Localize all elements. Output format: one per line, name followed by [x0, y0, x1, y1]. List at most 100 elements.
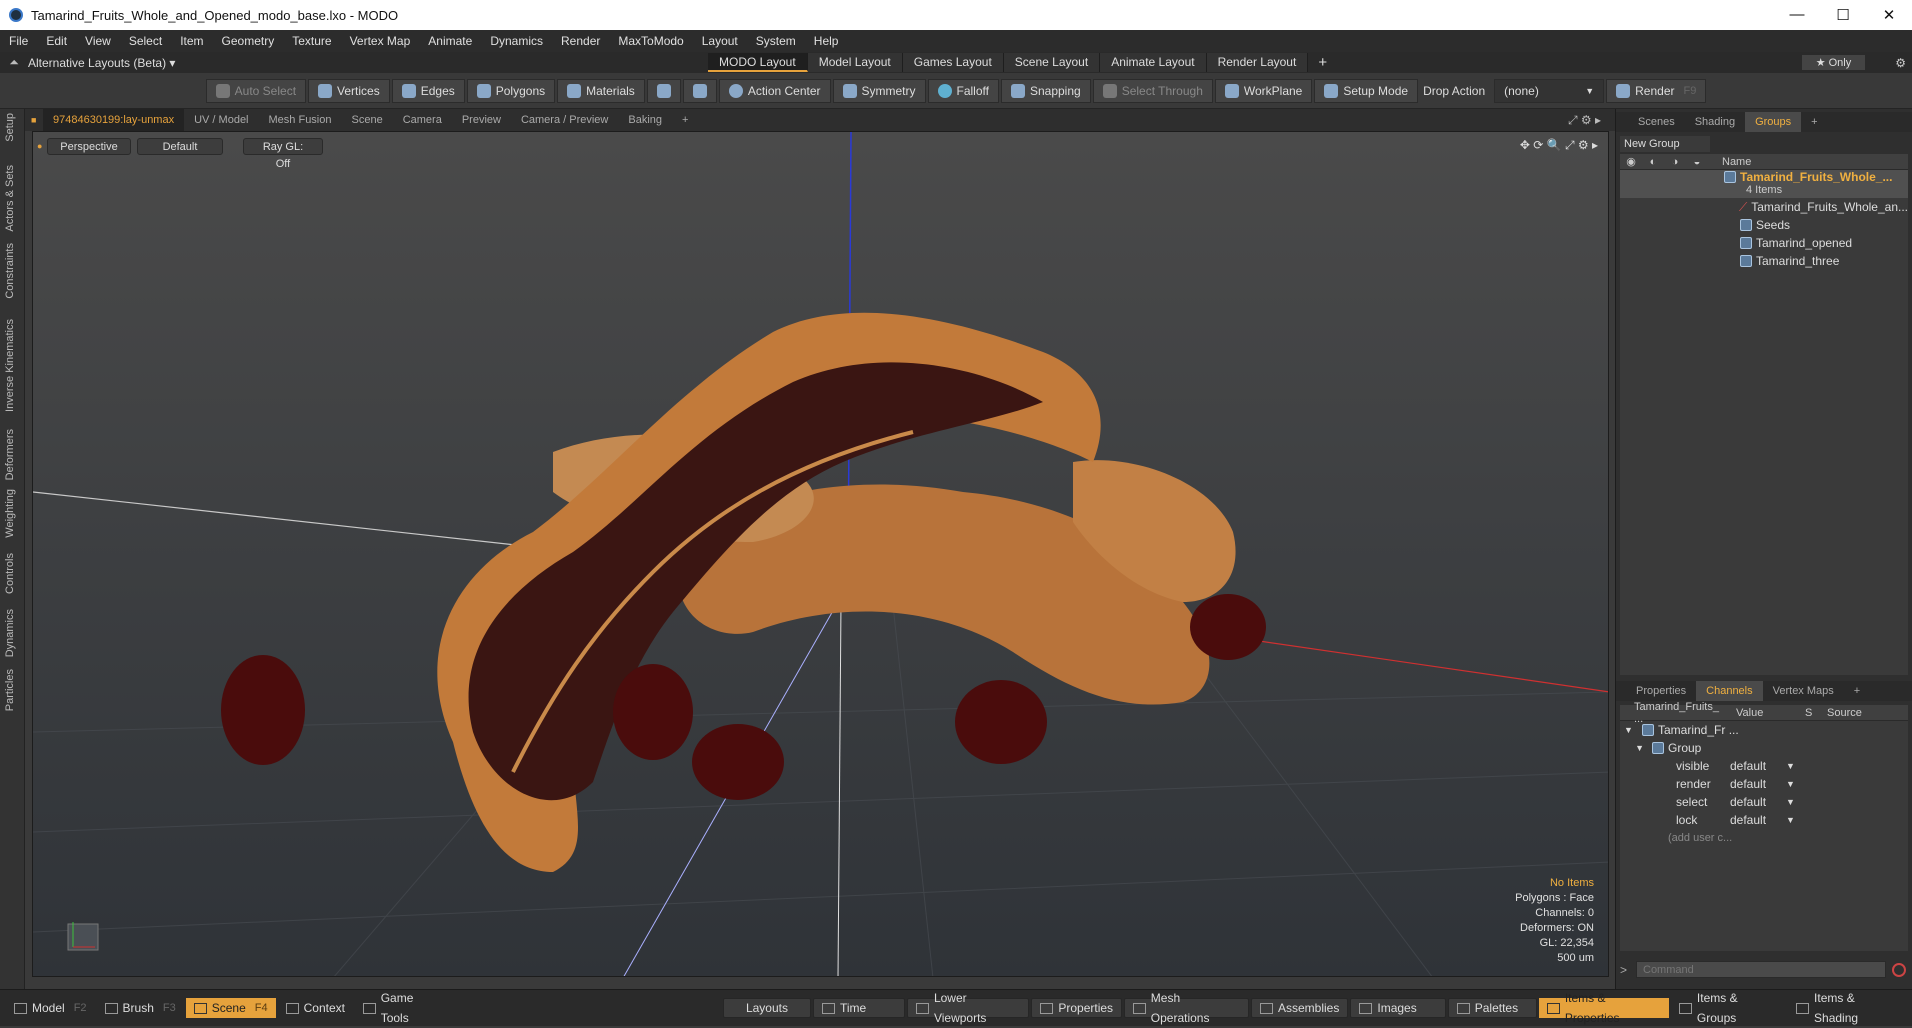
- channel-row-visible[interactable]: visible default ▼: [1620, 757, 1908, 775]
- chevron-down-icon[interactable]: ▼: [1786, 761, 1795, 771]
- tab-modo-layout[interactable]: MODO Layout: [708, 53, 808, 72]
- tab-uv-model[interactable]: UV / Model: [184, 109, 258, 131]
- tab-vertex-maps[interactable]: Vertex Maps: [1763, 681, 1844, 701]
- workplane-button[interactable]: WorkPlane: [1214, 78, 1313, 103]
- eye-icon[interactable]: ◉: [1620, 155, 1642, 168]
- chevron-down-icon[interactable]: ▼: [1786, 815, 1795, 825]
- new-group-button[interactable]: New Group: [1620, 136, 1710, 152]
- tab-mesh-fusion[interactable]: Mesh Fusion: [259, 109, 342, 131]
- maximize-viewport-icon[interactable]: ⤢ ⚙ ▸: [1568, 113, 1601, 128]
- channel-row-lock[interactable]: lock default ▼: [1620, 811, 1908, 829]
- bottom-palettes-button[interactable]: Palettes: [1447, 998, 1538, 1018]
- drop-action-select[interactable]: (none) ▼: [1494, 78, 1605, 103]
- bottom-context-button[interactable]: Context: [278, 998, 353, 1018]
- tab-model-layout[interactable]: Model Layout: [807, 53, 903, 72]
- lock-col-icon[interactable]: ◑: [1664, 156, 1686, 168]
- menu-vertex-map[interactable]: Vertex Map: [341, 34, 420, 48]
- bottom-items-shading-button[interactable]: Items & Shading: [1788, 991, 1908, 1025]
- group-root-row[interactable]: Tamarind_Fruits_Whole_... 4 Items: [1620, 170, 1908, 198]
- menu-edit[interactable]: Edit: [37, 34, 76, 48]
- maximize-button[interactable]: ☐: [1820, 6, 1866, 24]
- left-tab-weighting[interactable]: Weighting: [4, 489, 16, 538]
- menu-render[interactable]: Render: [552, 34, 609, 48]
- vertices-button[interactable]: Vertices: [308, 78, 390, 103]
- menu-help[interactable]: Help: [805, 34, 848, 48]
- bottom-properties-button[interactable]: Properties: [1031, 998, 1123, 1018]
- menu-texture[interactable]: Texture: [283, 34, 340, 48]
- bottom-model-button[interactable]: Model F2: [6, 998, 95, 1018]
- tab-camera-preview[interactable]: Camera / Preview: [511, 109, 618, 131]
- pivot-mode-button[interactable]: [682, 78, 717, 103]
- bottom-game-tools-button[interactable]: Game Tools: [355, 991, 451, 1025]
- select-col-icon[interactable]: ◒: [1686, 156, 1708, 168]
- bottom-items-properties-button[interactable]: Items & Properties: [1539, 991, 1670, 1025]
- viewport-menu-icon[interactable]: ■: [31, 115, 43, 125]
- menu-file[interactable]: File: [0, 34, 37, 48]
- tab-channels[interactable]: Channels: [1696, 681, 1763, 701]
- left-tab-setup[interactable]: Setup: [4, 113, 16, 142]
- bottom-time-button[interactable]: Time: [812, 998, 906, 1018]
- auto-select-button[interactable]: Auto Select: [205, 78, 307, 103]
- minimize-button[interactable]: —: [1774, 6, 1820, 24]
- edges-button[interactable]: Edges: [391, 78, 465, 103]
- command-input[interactable]: [1636, 961, 1886, 978]
- bottom-images-button[interactable]: Images: [1350, 998, 1446, 1018]
- setup-mode-button[interactable]: Setup Mode: [1314, 78, 1419, 103]
- bottom-lower-viewports-button[interactable]: Lower Viewports: [907, 991, 1030, 1025]
- left-tab-particles[interactable]: Particles: [4, 669, 16, 711]
- bottom-brush-button[interactable]: Brush F3: [97, 998, 184, 1018]
- left-tab-dynamics[interactable]: Dynamics: [4, 609, 16, 657]
- tab-shading[interactable]: Shading: [1685, 112, 1745, 132]
- left-tab-deformers[interactable]: Deformers: [4, 429, 16, 480]
- menu-animate[interactable]: Animate: [419, 34, 481, 48]
- tab-camera[interactable]: Camera: [393, 109, 452, 131]
- 3d-viewport[interactable]: ● Perspective Default Ray GL: Off ✥ ⟳ 🔍 …: [32, 131, 1609, 977]
- symmetry-button[interactable]: Symmetry: [832, 78, 926, 103]
- render-button[interactable]: Render F9: [1606, 78, 1707, 103]
- collapse-icon[interactable]: ⏶: [0, 55, 28, 70]
- action-center-button[interactable]: Action Center: [718, 78, 831, 103]
- menu-dynamics[interactable]: Dynamics: [481, 34, 552, 48]
- add-panel-tab-button[interactable]: +: [1801, 112, 1827, 132]
- tab-render-layout[interactable]: Render Layout: [1206, 53, 1309, 72]
- menu-view[interactable]: View: [76, 34, 120, 48]
- channels-group-row[interactable]: ▼ Group: [1620, 739, 1908, 757]
- bottom-assemblies-button[interactable]: Assemblies: [1251, 998, 1349, 1018]
- tab-groups[interactable]: Groups: [1745, 112, 1802, 132]
- add-viewport-tab-button[interactable]: +: [672, 109, 698, 131]
- left-tab-actors-sets[interactable]: Actors & Sets: [4, 165, 16, 232]
- alternative-layouts-dropdown[interactable]: Alternative Layouts (Beta) ▾: [28, 56, 708, 70]
- chevron-down-icon[interactable]: ▼: [1786, 779, 1795, 789]
- menu-select[interactable]: Select: [120, 34, 171, 48]
- menu-layout[interactable]: Layout: [693, 34, 747, 48]
- add-channels-tab-button[interactable]: +: [1844, 681, 1870, 701]
- menu-geometry[interactable]: Geometry: [213, 34, 284, 48]
- add-layout-button[interactable]: +: [1308, 54, 1337, 71]
- left-tab-constraints[interactable]: Constraints: [4, 243, 16, 299]
- select-through-button[interactable]: Select Through: [1092, 78, 1213, 103]
- channel-row-render[interactable]: render default ▼: [1620, 775, 1908, 793]
- materials-button[interactable]: Materials: [557, 78, 645, 103]
- tab-viewport-main[interactable]: 97484630199:lay-unmax: [43, 109, 185, 131]
- tab-baking[interactable]: Baking: [618, 109, 672, 131]
- render-col-icon[interactable]: ◐: [1642, 156, 1664, 168]
- add-user-channel-row[interactable]: (add user c...: [1620, 829, 1908, 847]
- tab-scenes[interactable]: Scenes: [1628, 112, 1685, 132]
- menu-item[interactable]: Item: [171, 34, 212, 48]
- channel-row-select[interactable]: select default ▼: [1620, 793, 1908, 811]
- chevron-down-icon[interactable]: ▼: [1786, 797, 1795, 807]
- menu-system[interactable]: System: [747, 34, 805, 48]
- bottom-items-groups-button[interactable]: Items & Groups: [1671, 991, 1786, 1025]
- tab-preview[interactable]: Preview: [452, 109, 511, 131]
- snapping-button[interactable]: Snapping: [1000, 78, 1091, 103]
- list-item[interactable]: Seeds: [1620, 216, 1908, 234]
- polygons-button[interactable]: Polygons: [466, 78, 556, 103]
- bottom-layouts-button[interactable]: Layouts: [722, 998, 811, 1018]
- falloff-button[interactable]: Falloff: [927, 78, 999, 103]
- tab-scene[interactable]: Scene: [342, 109, 393, 131]
- bottom-mesh-operations-button[interactable]: Mesh Operations: [1124, 991, 1249, 1025]
- list-item[interactable]: Tamarind_three: [1620, 252, 1908, 270]
- item-mode-button[interactable]: [646, 78, 681, 103]
- list-item[interactable]: Tamarind_opened: [1620, 234, 1908, 252]
- bottom-scene-button[interactable]: Scene F4: [185, 998, 276, 1018]
